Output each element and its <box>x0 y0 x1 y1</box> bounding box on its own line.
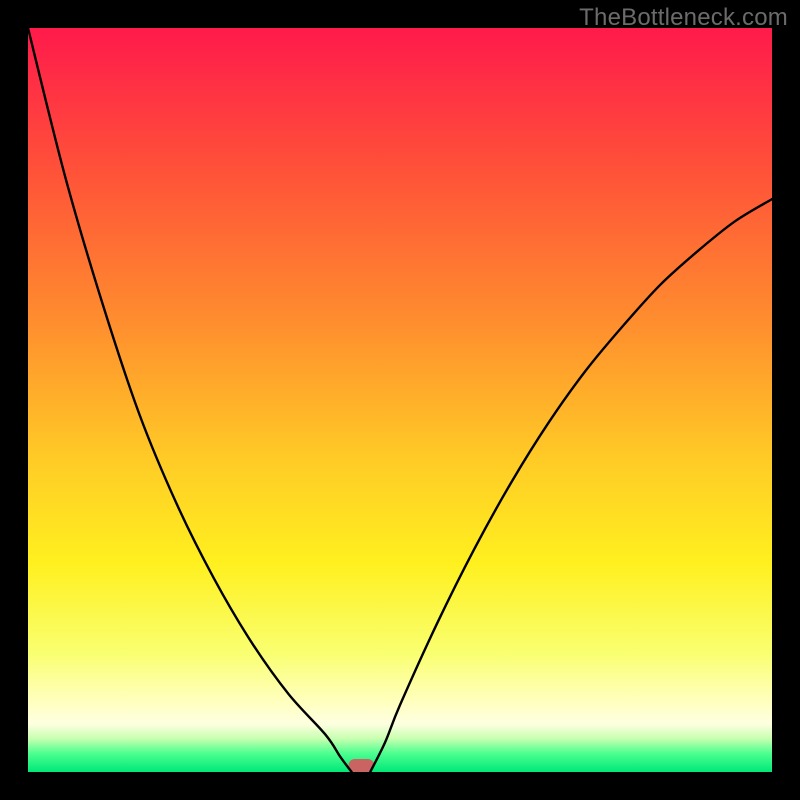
chart-frame: TheBottleneck.com <box>0 0 800 800</box>
plot-area <box>28 28 772 772</box>
chart-svg <box>28 28 772 772</box>
gradient-background <box>28 28 772 772</box>
